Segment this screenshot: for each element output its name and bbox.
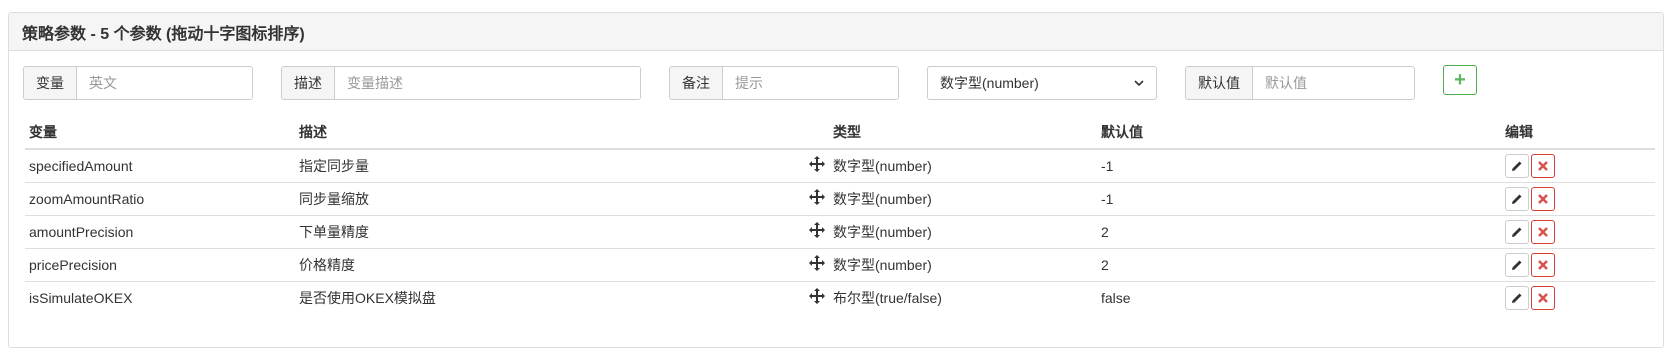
remark-input[interactable] [723, 67, 898, 99]
cell-description: 下单量精度 [295, 214, 809, 248]
variable-input[interactable] [77, 67, 252, 99]
move-icon[interactable] [809, 221, 825, 238]
table-row: zoomAmountRatio 同步量缩放 数字型(number) -1 [25, 181, 1655, 215]
panel-title: 策略参数 - 5 个参数 (拖动十字图标排序) [9, 13, 1663, 51]
cell-default: 2 [1097, 214, 1501, 248]
pencil-icon [1512, 161, 1522, 171]
cell-type: 数字型(number) [829, 247, 1097, 281]
default-input-group: 默认值 [1185, 66, 1415, 100]
delete-button[interactable] [1531, 252, 1555, 277]
type-select-value: 数字型(number) [940, 75, 1039, 91]
remark-label: 备注 [670, 67, 723, 99]
cell-type: 布尔型(true/false) [829, 280, 1097, 314]
add-param-form: 变量 描述 备注 数字型(number) 默认值 + [9, 65, 1663, 100]
cell-default: 2 [1097, 247, 1501, 281]
variable-label: 变量 [24, 67, 77, 99]
cell-description: 是否使用OKEX模拟盘 [295, 280, 809, 314]
cell-variable: specifiedAmount [29, 157, 133, 174]
cell-default: false [1097, 280, 1501, 314]
cell-description: 同步量缩放 [295, 181, 809, 215]
edit-button[interactable] [1505, 219, 1529, 244]
pencil-icon [1512, 293, 1522, 303]
description-label: 描述 [282, 67, 335, 99]
delete-button[interactable] [1531, 219, 1555, 244]
cell-default: -1 [1101, 157, 1114, 174]
edit-button[interactable] [1505, 285, 1529, 310]
header-type: 类型 [829, 116, 1097, 150]
cell-description: 价格精度 [295, 247, 809, 281]
cell-type: 数字型(number) [829, 214, 1097, 248]
header-description: 描述 [295, 116, 809, 150]
header-edit: 编辑 [1501, 116, 1655, 150]
default-label: 默认值 [1186, 67, 1253, 99]
header-default: 默认值 [1097, 116, 1501, 150]
delete-button[interactable] [1531, 153, 1555, 178]
table-header-row: 变量 描述 类型 默认值 编辑 [25, 116, 1655, 150]
header-drag [809, 116, 829, 150]
cell-variable: isSimulateOKEX [25, 280, 295, 314]
delete-button[interactable] [1531, 186, 1555, 211]
move-icon[interactable] [809, 254, 825, 271]
close-icon [1538, 259, 1548, 270]
cell-variable: zoomAmountRatio [25, 181, 295, 215]
params-table: 变量 描述 类型 默认值 编辑 specifiedAmount 指定同步量 数字… [25, 116, 1655, 314]
edit-button[interactable] [1505, 186, 1529, 211]
table-row: pricePrecision 价格精度 数字型(number) 2 [25, 247, 1655, 281]
close-icon [1538, 292, 1548, 303]
remark-input-group: 备注 [669, 66, 899, 100]
cell-description: 指定同步量 [299, 157, 369, 174]
cell-type: 数字型(number) [829, 181, 1097, 215]
cell-variable: pricePrecision [25, 247, 295, 281]
cell-variable: amountPrecision [25, 214, 295, 248]
close-icon [1538, 160, 1548, 171]
description-input[interactable] [335, 67, 640, 99]
move-icon[interactable] [809, 188, 825, 205]
edit-button[interactable] [1505, 252, 1529, 277]
strategy-params-panel: 策略参数 - 5 个参数 (拖动十字图标排序) 变量 描述 备注 数字型(num… [8, 12, 1664, 348]
chevron-down-icon [1134, 80, 1144, 87]
move-icon[interactable] [809, 288, 825, 305]
table-body: specifiedAmount 指定同步量 数字型(number) -1 zoo… [25, 149, 1655, 314]
header-variable: 变量 [25, 116, 295, 150]
close-icon [1538, 193, 1548, 204]
pencil-icon [1512, 194, 1522, 204]
default-input[interactable] [1253, 67, 1414, 99]
table-row: specifiedAmount 指定同步量 数字型(number) -1 [25, 149, 1655, 182]
move-icon[interactable] [809, 156, 825, 173]
add-param-button[interactable]: + [1443, 65, 1477, 95]
pencil-icon [1512, 227, 1522, 237]
description-input-group: 描述 [281, 66, 641, 100]
variable-input-group: 变量 [23, 66, 253, 100]
delete-button[interactable] [1531, 285, 1555, 310]
pencil-icon [1512, 260, 1522, 270]
table-row: isSimulateOKEX 是否使用OKEX模拟盘 布尔型(true/fals… [25, 280, 1655, 314]
table-row: amountPrecision 下单量精度 数字型(number) 2 [25, 214, 1655, 248]
edit-button[interactable] [1505, 153, 1529, 178]
cell-type: 数字型(number) [833, 157, 932, 174]
close-icon [1538, 226, 1548, 237]
type-select[interactable]: 数字型(number) [927, 66, 1157, 100]
cell-default: -1 [1097, 181, 1501, 215]
plus-icon: + [1454, 69, 1466, 91]
